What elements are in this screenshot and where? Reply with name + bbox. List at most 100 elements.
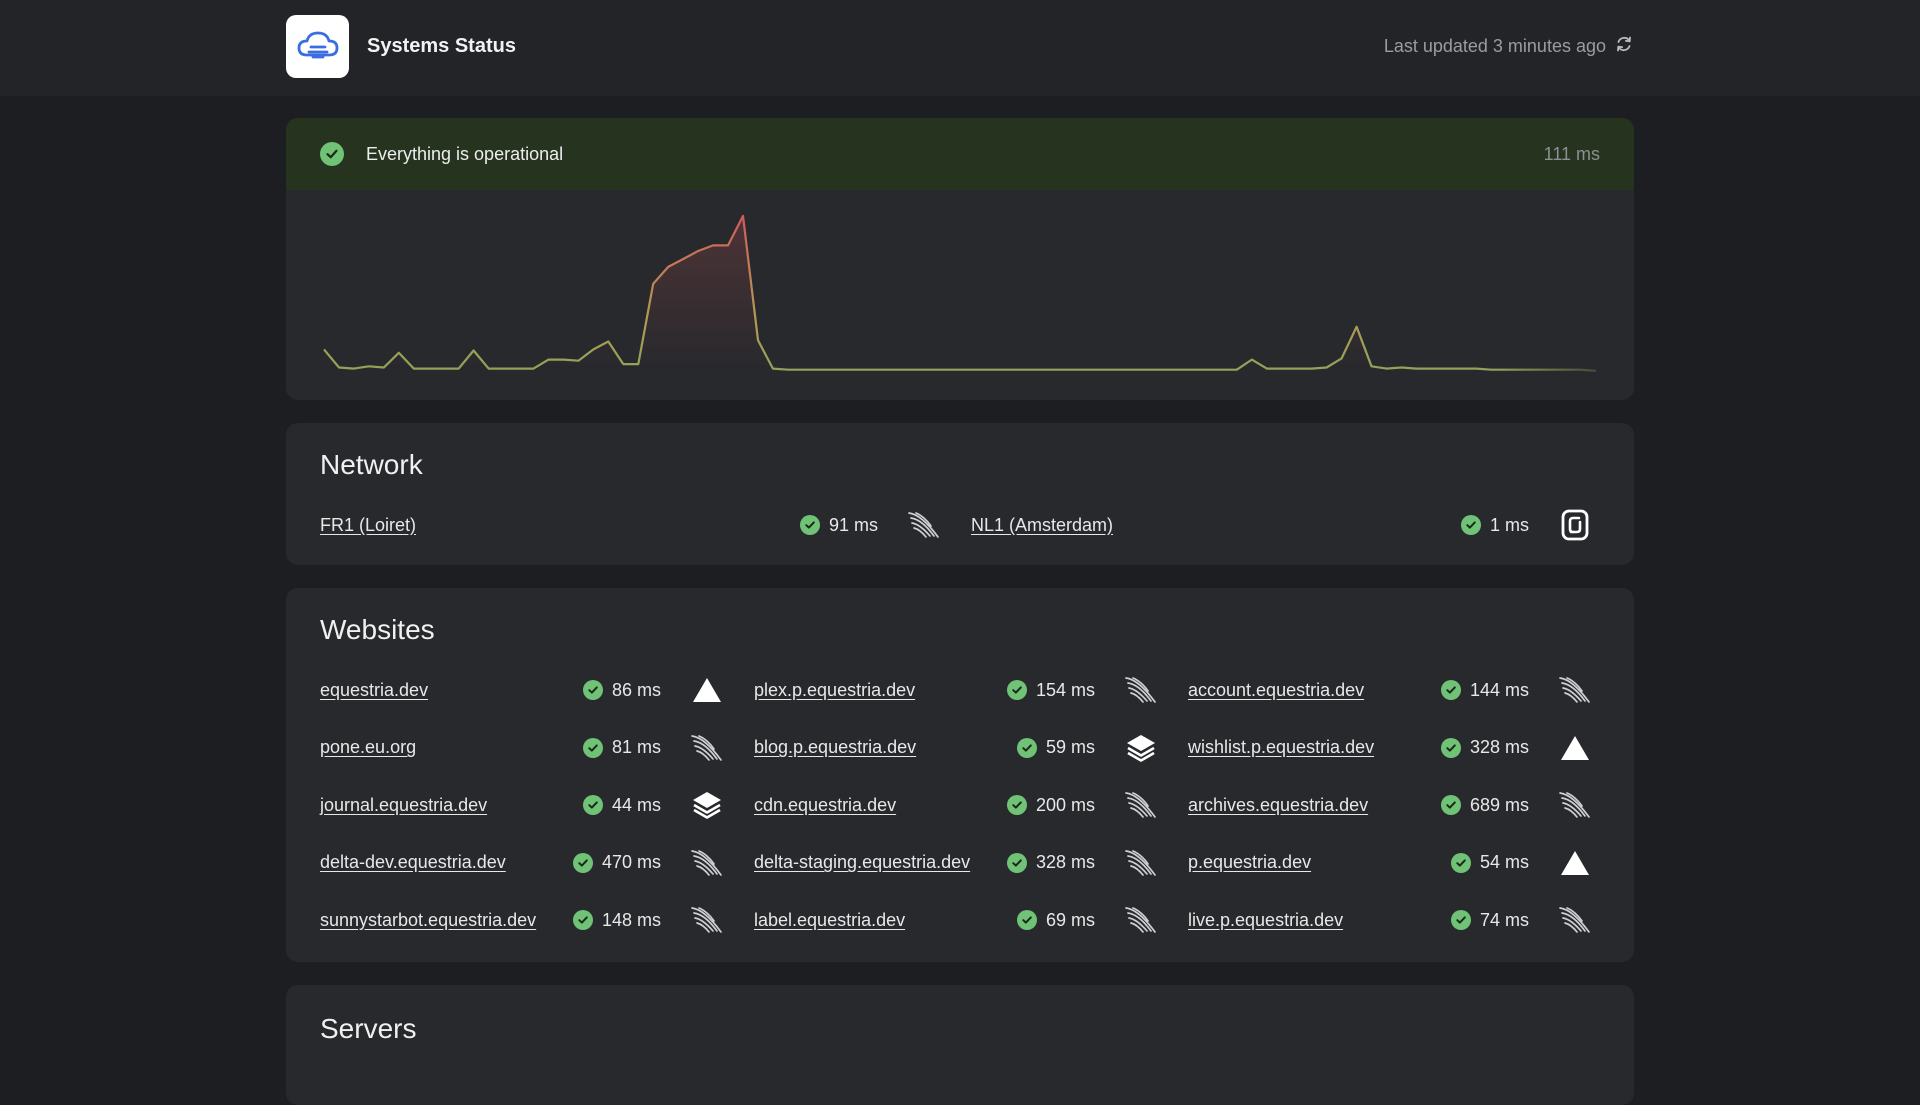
chart-point [1039,367,1045,373]
chart-point [650,281,656,287]
network-status: 1 ms [1460,505,1593,545]
chart-point [1533,367,1539,373]
wing-icon [689,730,725,766]
network-latency: 91 ms [828,514,878,535]
chart-point [1563,367,1569,373]
chart-point [1189,367,1195,373]
network-link[interactable]: FR1 (Loiret) [320,515,416,536]
website-item: cdn.equestria.dev 200 ms [754,785,1159,825]
website-link[interactable]: pone.eu.org [320,737,416,758]
stack-icon [689,787,725,823]
website-link[interactable]: live.p.equestria.dev [1188,910,1343,931]
check-icon [582,795,603,815]
top-bar-inner: Systems Status Last updated 3 minutes ag… [286,14,1634,78]
website-latency: 154 ms [1035,679,1095,700]
chart-point [1593,368,1599,374]
chart-point [1473,366,1479,372]
network-link[interactable]: NL1 (Amsterdam) [971,515,1113,536]
website-latency: 328 ms [1469,737,1529,757]
website-link[interactable]: wishlist.p.equestria.dev [1188,737,1374,758]
refresh-icon[interactable] [1614,34,1634,59]
chart-point [815,367,821,373]
chart-point [1518,367,1524,373]
website-status: 689 ms [1440,785,1593,825]
website-item: equestria.dev 86 ms [320,670,725,710]
website-link[interactable]: cdn.equestria.dev [754,795,896,816]
wing-icon [1123,672,1159,708]
check-icon [1460,515,1481,535]
chart-point [486,366,492,372]
check-icon [1016,910,1037,930]
website-link[interactable]: plex.p.equestria.dev [754,680,915,701]
website-status: 54 ms [1450,843,1593,883]
cloud-icon[interactable] [286,14,349,78]
chart-point [1234,367,1240,373]
wing-icon [689,845,725,881]
wing-icon [1123,845,1159,881]
chart-point [875,367,881,373]
chart-point [605,339,611,345]
chart-point [1279,366,1285,372]
chart-point [1204,367,1210,373]
wing-icon [1557,672,1593,708]
chart-point [905,367,911,373]
chart-point [575,358,581,364]
website-link[interactable]: sunnystarbot.equestria.dev [320,910,536,931]
chart-point [979,367,985,373]
website-link[interactable]: archives.equestria.dev [1188,795,1368,816]
chart-point [531,366,537,372]
website-latency: 86 ms [611,679,661,700]
network-section: Network FR1 (Loiret) 91 ms NL1 (Amsterdam)… [286,423,1634,565]
chart-point [336,365,342,371]
website-link[interactable]: journal.equestria.dev [320,795,487,816]
brand[interactable]: Systems Status [286,14,516,78]
website-status: 86 ms [582,670,725,710]
check-icon [1016,737,1037,758]
check-icon [1440,680,1461,700]
check-icon [1006,680,1027,700]
latency-chart [323,214,1599,374]
website-latency: 148 ms [601,909,661,930]
website-link[interactable]: delta-staging.equestria.dev [754,852,970,873]
website-item: delta-staging.equestria.dev 328 ms [754,843,1159,883]
last-updated-text: Last updated 3 minutes ago [1383,35,1606,56]
chart-point [1024,367,1030,373]
website-link[interactable]: delta-dev.equestria.dev [320,852,506,873]
chart-point [920,367,926,373]
website-link[interactable]: account.equestria.dev [1188,680,1364,701]
chart-point [1503,367,1509,373]
chart-point [1219,367,1225,373]
status-message: Everything is operational [366,143,564,164]
website-link[interactable]: blog.p.equestria.dev [754,737,916,758]
chart-point [501,366,507,372]
check-icon [572,910,593,930]
chart-point [516,366,522,372]
section-title-websites: Websites [320,614,435,645]
website-item: plex.p.equestria.dev 154 ms [754,670,1159,710]
website-link[interactable]: label.equestria.dev [754,910,905,931]
check-icon [1440,737,1461,758]
chart-point [366,363,372,369]
top-bar: Systems Status Last updated 3 minutes ag… [0,0,1920,96]
website-link[interactable]: equestria.dev [320,680,428,701]
chart-point [845,367,851,373]
wing-icon [906,507,942,543]
website-status: 470 ms [572,843,725,883]
network-status: 91 ms [799,505,942,545]
chart-point [1084,367,1090,373]
wing-icon [1123,787,1159,823]
chart-point [1324,365,1330,371]
website-status: 59 ms [1016,728,1159,768]
chart-point [441,366,447,372]
website-link[interactable]: p.equestria.dev [1188,852,1311,873]
website-status: 148 ms [572,900,725,940]
vercel-icon [689,672,725,708]
chart-point [590,346,596,352]
website-status: 328 ms [1006,843,1159,883]
website-item: journal.equestria.dev 44 ms [320,785,725,825]
website-latency: 44 ms [611,794,661,815]
servers-section: Servers [286,985,1634,1105]
network-item: FR1 (Loiret) 91 ms [320,505,942,545]
website-latency: 59 ms [1045,737,1095,757]
chart-point [426,366,432,372]
